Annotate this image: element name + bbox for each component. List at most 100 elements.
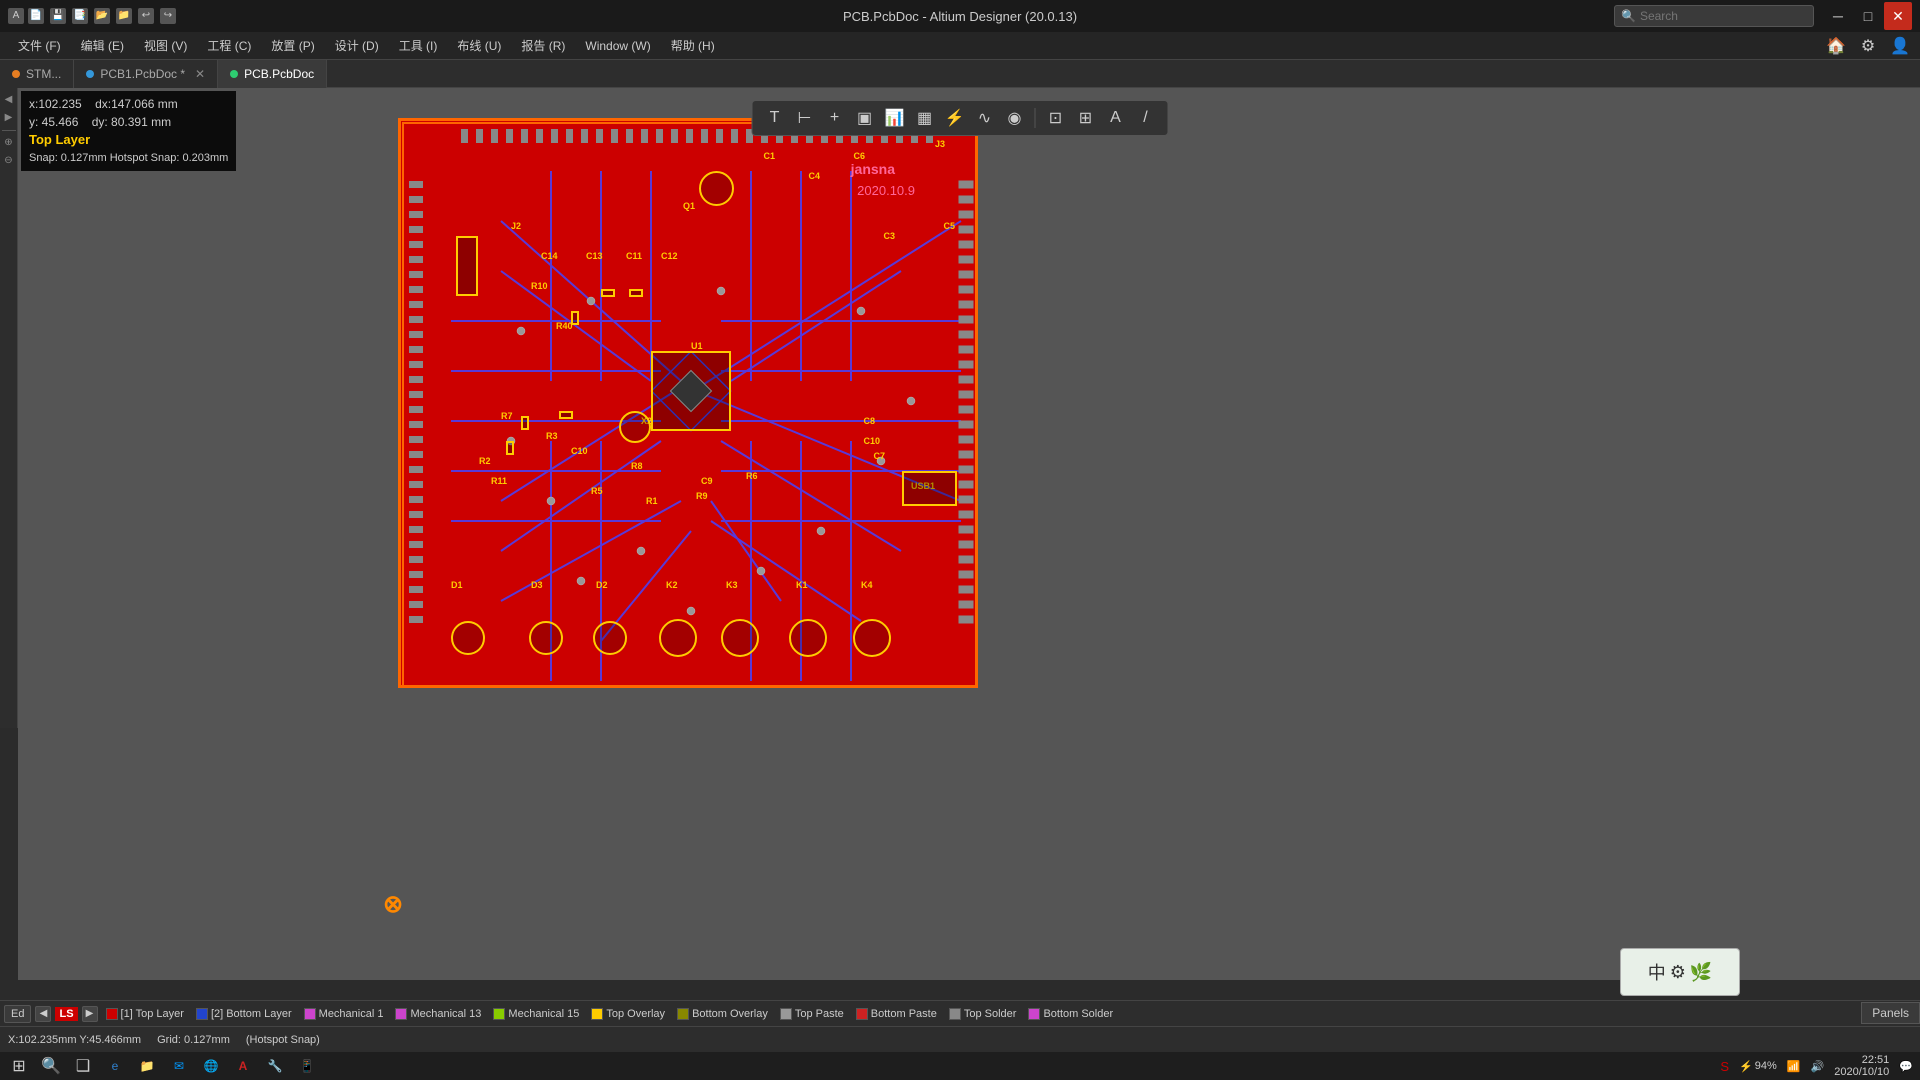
notification-icon[interactable]: 💬 bbox=[1896, 1060, 1916, 1073]
panels-button[interactable]: Panels bbox=[1861, 1002, 1920, 1024]
layer-mech15[interactable]: Mechanical 15 bbox=[489, 1006, 583, 1022]
panel-btn-2[interactable]: ▶ bbox=[1, 110, 17, 126]
layer-bottom-overlay[interactable]: Bottom Overlay bbox=[673, 1006, 772, 1022]
menu-help[interactable]: 帮助 (H) bbox=[661, 33, 725, 58]
tab-pcb1-close[interactable]: ✕ bbox=[195, 67, 205, 81]
redo-icon[interactable]: ↪ bbox=[160, 8, 176, 24]
layer-top[interactable]: [1] Top Layer bbox=[102, 1006, 188, 1022]
ime-indicator[interactable]: 中 ⚙ 🌿 bbox=[1620, 948, 1740, 996]
pcb-canvas[interactable]: J3 C6 C4 C1 jansna 2020.10.9 C5 C3 C14 C… bbox=[18, 88, 1920, 980]
comp-d2-body bbox=[593, 621, 627, 655]
search-input[interactable] bbox=[1640, 9, 1807, 23]
tool-3d[interactable]: ⊞ bbox=[1072, 104, 1100, 132]
panel-btn-4[interactable]: ⊖ bbox=[1, 153, 17, 169]
tab-stm-label: STM... bbox=[26, 67, 61, 81]
tab-pcb1[interactable]: PCB1.PcbDoc * ✕ bbox=[74, 60, 218, 88]
altium-tray-icon[interactable]: S bbox=[1717, 1059, 1732, 1074]
tab-stm[interactable]: STM... bbox=[0, 60, 74, 88]
layer-top-overlay[interactable]: Top Overlay bbox=[587, 1006, 669, 1022]
network-icon[interactable]: 📶 bbox=[1784, 1060, 1804, 1073]
tool-array[interactable]: ▦ bbox=[911, 104, 939, 132]
status-grid: Grid: 0.127mm bbox=[157, 1034, 230, 1046]
ime-char-3: 🌿 bbox=[1690, 962, 1712, 983]
status-hotspot: (Hotspot Snap) bbox=[246, 1034, 320, 1046]
taskbar-edge[interactable]: e bbox=[100, 1053, 130, 1079]
layer-mech13[interactable]: Mechanical 13 bbox=[391, 1006, 485, 1022]
menu-window[interactable]: Window (W) bbox=[575, 35, 660, 57]
taskbar-explorer[interactable]: 📁 bbox=[132, 1053, 162, 1079]
layer-mech13-label: Mechanical 13 bbox=[410, 1008, 481, 1020]
menu-bar: 文件 (F) 编辑 (E) 视图 (V) 工程 (C) 放置 (P) 设计 (D… bbox=[0, 32, 1920, 60]
close-button[interactable]: ✕ bbox=[1884, 2, 1912, 30]
search-button[interactable]: 🔍 bbox=[36, 1053, 66, 1079]
tool-measure[interactable]: A bbox=[1102, 104, 1130, 132]
tool-probe[interactable]: ◉ bbox=[1001, 104, 1029, 132]
menu-tools[interactable]: 工具 (I) bbox=[389, 33, 448, 58]
undo-icon[interactable]: ↩ bbox=[138, 8, 154, 24]
panel-btn-1[interactable]: ◀ bbox=[1, 92, 17, 108]
comp-r6: R6 bbox=[746, 471, 758, 481]
task-view-button[interactable]: ❑ bbox=[68, 1053, 98, 1079]
menu-file[interactable]: 文件 (F) bbox=[8, 33, 71, 58]
coord-dx: dx:147.066 mm bbox=[95, 97, 178, 111]
tool-interactive-route[interactable]: ⊢ bbox=[791, 104, 819, 132]
layer-top-solder[interactable]: Top Solder bbox=[945, 1006, 1021, 1022]
menu-place[interactable]: 放置 (P) bbox=[261, 33, 324, 58]
altium-icon: A bbox=[239, 1059, 248, 1073]
layer-mech1[interactable]: Mechanical 1 bbox=[300, 1006, 388, 1022]
layer-top-paste[interactable]: Top Paste bbox=[776, 1006, 848, 1022]
taskbar-app3[interactable]: 🔧 bbox=[260, 1053, 290, 1079]
tool-text[interactable]: T bbox=[761, 104, 789, 132]
save-icon[interactable]: 💾 bbox=[50, 8, 66, 24]
battery-indicator[interactable]: ⚡ 94% bbox=[1736, 1060, 1780, 1073]
panel-btn-3[interactable]: ⊕ bbox=[1, 135, 17, 151]
layer-prev-button[interactable]: ◀ bbox=[35, 1006, 51, 1022]
menu-report[interactable]: 报告 (R) bbox=[511, 33, 575, 58]
save-all-icon[interactable]: 📑 bbox=[72, 8, 88, 24]
layer-bottom[interactable]: [2] Bottom Layer bbox=[192, 1006, 296, 1022]
open-icon[interactable]: 📂 bbox=[94, 8, 110, 24]
account-icon[interactable]: 👤 bbox=[1888, 34, 1912, 58]
tab-pcb[interactable]: PCB.PcbDoc bbox=[218, 60, 327, 88]
volume-icon[interactable]: 🔊 bbox=[1808, 1060, 1828, 1073]
tool-crosshair[interactable]: + bbox=[821, 104, 849, 132]
menu-project[interactable]: 工程 (C) bbox=[197, 33, 261, 58]
clock[interactable]: 22:51 2020/10/10 bbox=[1831, 1054, 1892, 1078]
edit-mode-button[interactable]: Ed bbox=[4, 1005, 31, 1023]
tool-line[interactable]: / bbox=[1132, 104, 1160, 132]
menu-design[interactable]: 设计 (D) bbox=[325, 33, 389, 58]
altium-tray: S bbox=[1720, 1059, 1729, 1074]
app3-icon: 🔧 bbox=[268, 1059, 283, 1073]
menu-route[interactable]: 布线 (U) bbox=[447, 33, 511, 58]
settings-icon[interactable]: ⚙ bbox=[1856, 34, 1880, 58]
layer-next-button[interactable]: ▶ bbox=[82, 1006, 98, 1022]
taskbar-altium[interactable]: A bbox=[228, 1053, 258, 1079]
tool-designrule[interactable]: ⊡ bbox=[1042, 104, 1070, 132]
comp-c14: C14 bbox=[541, 251, 558, 261]
home-icon[interactable]: 🏠 bbox=[1824, 34, 1848, 58]
tool-copper[interactable]: ⚡ bbox=[941, 104, 969, 132]
maximize-button[interactable]: □ bbox=[1854, 2, 1882, 30]
pcb-board[interactable]: J3 C6 C4 C1 jansna 2020.10.9 C5 C3 C14 C… bbox=[398, 118, 978, 688]
minimize-button[interactable]: ─ bbox=[1824, 2, 1852, 30]
tool-arc[interactable]: ∿ bbox=[971, 104, 999, 132]
taskbar-app4[interactable]: 📱 bbox=[292, 1053, 322, 1079]
taskbar-mail[interactable]: ✉ bbox=[164, 1053, 194, 1079]
tab-color-indicator bbox=[12, 70, 20, 78]
taskbar-app1[interactable]: 🌐 bbox=[196, 1053, 226, 1079]
comp-r2: R2 bbox=[479, 456, 491, 466]
comp-r11: R11 bbox=[491, 476, 507, 486]
toolbar-quick-access: 📄 💾 📑 📂 📁 ↩ ↪ bbox=[28, 8, 176, 24]
layer-bottom-solder[interactable]: Bottom Solder bbox=[1024, 1006, 1117, 1022]
tool-select[interactable]: ▣ bbox=[851, 104, 879, 132]
start-button[interactable]: ⊞ bbox=[4, 1053, 34, 1079]
menu-view[interactable]: 视图 (V) bbox=[134, 33, 197, 58]
open2-icon[interactable]: 📁 bbox=[116, 8, 132, 24]
layer-bottom-paste[interactable]: Bottom Paste bbox=[852, 1006, 941, 1022]
tool-chart[interactable]: 📊 bbox=[881, 104, 909, 132]
menu-edit[interactable]: 编辑 (E) bbox=[71, 33, 134, 58]
ls-indicator[interactable]: LS bbox=[55, 1007, 77, 1021]
search-box[interactable]: 🔍 bbox=[1614, 5, 1814, 27]
new-icon[interactable]: 📄 bbox=[28, 8, 44, 24]
comp-usb1-body bbox=[902, 471, 957, 506]
